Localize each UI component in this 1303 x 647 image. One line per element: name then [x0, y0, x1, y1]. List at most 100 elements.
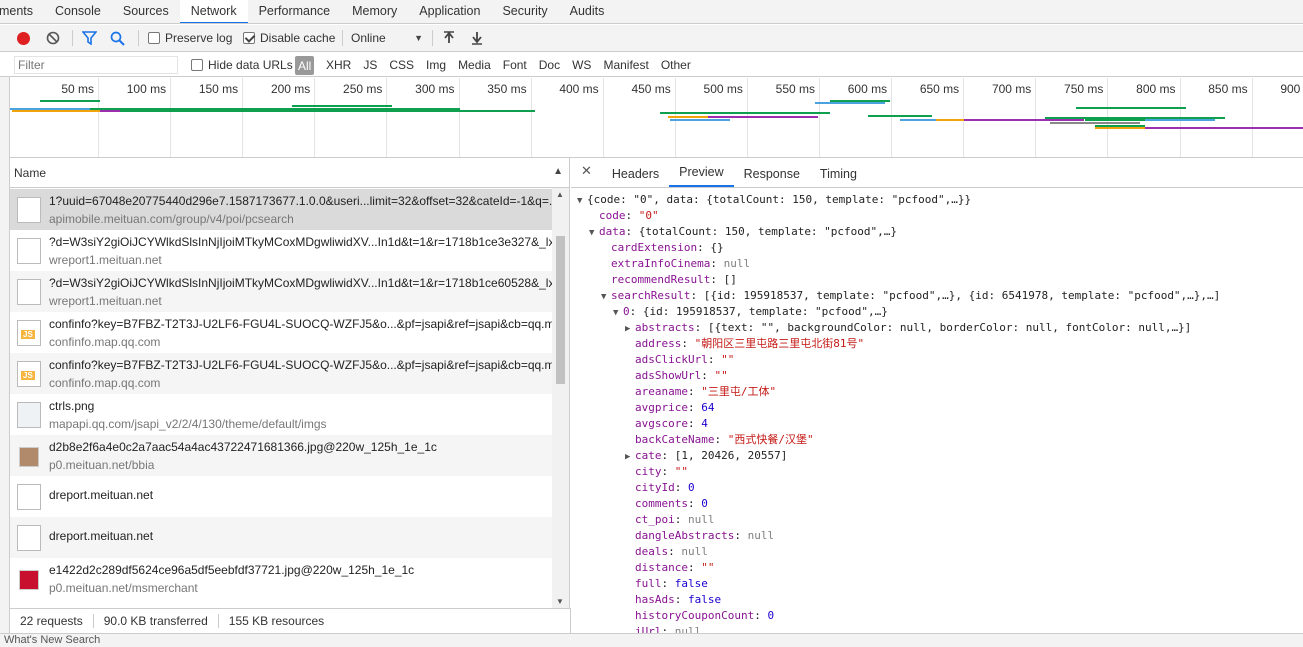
hide-data-urls-checkbox[interactable]: Hide data URLs — [191, 53, 293, 77]
json-key: recommendResult — [611, 273, 711, 286]
detail-tab-response[interactable]: Response — [734, 163, 810, 187]
tab-console[interactable]: Console — [44, 0, 112, 23]
request-name: ctrls.png — [49, 399, 95, 413]
request-name: ?d=W3siY2giOiJCYWlkdSlsInNjIjoiMTkyMCoxM… — [49, 235, 553, 249]
search-button[interactable] — [110, 25, 128, 51]
filter-button[interactable] — [82, 25, 100, 51]
checkbox-box[interactable] — [148, 32, 160, 44]
expanded-triangle-icon[interactable]: ▼ — [613, 305, 623, 321]
json-key: iUrl — [635, 625, 662, 633]
import-har-button[interactable] — [443, 25, 457, 51]
request-row[interactable]: dreport.meituan.net — [10, 517, 553, 558]
status-bar: 22 requests 90.0 KB transferred 155 KB r… — [10, 608, 571, 633]
json-node: full: false — [635, 577, 708, 590]
json-key: ct_poi — [635, 513, 675, 526]
export-har-button[interactable] — [471, 25, 485, 51]
json-value: 0 — [701, 497, 708, 510]
filter-type-doc[interactable]: Doc — [533, 53, 566, 77]
request-row[interactable]: e1422d2c289df5624ce96a5df5eebfdf37721.jp… — [10, 558, 553, 599]
detail-tab-preview[interactable]: Preview — [669, 163, 734, 187]
tab-ements[interactable]: ements — [0, 0, 44, 23]
request-row[interactable]: JS confinfo?key=B7FBZ-T2T3J-U2LF6-FGU4L-S… — [10, 312, 553, 353]
timeline-tick-label: 750 ms — [1064, 82, 1104, 96]
tab-application[interactable]: Application — [408, 0, 491, 23]
name-column-header[interactable]: Name — [14, 166, 46, 180]
expanded-triangle-icon[interactable]: ▼ — [589, 225, 599, 241]
request-row[interactable]: dreport.meituan.net — [10, 476, 553, 517]
json-key: full — [635, 577, 662, 590]
checkbox-box-checked[interactable] — [243, 32, 255, 44]
json-node[interactable]: ▶ abstracts: [{text: "", backgroundColor:… — [625, 320, 1191, 336]
scroll-up-icon[interactable]: ▲ — [556, 190, 564, 199]
timeline-gridline — [1035, 78, 1037, 157]
json-key: cityId — [635, 481, 675, 494]
close-icon[interactable]: ✕ — [571, 163, 602, 187]
filter-type-manifest[interactable]: Manifest — [597, 53, 654, 77]
request-row[interactable]: ?d=W3siY2giOiJCYWlkdSlsInNjIjoiMTkyMCoxM… — [10, 271, 553, 312]
tab-memory[interactable]: Memory — [341, 0, 408, 23]
tab-audits[interactable]: Audits — [559, 0, 616, 23]
import-icon — [444, 31, 454, 43]
filter-type-other[interactable]: Other — [655, 53, 697, 77]
timeline-gridline — [242, 78, 244, 157]
request-row[interactable]: ctrls.png mapapi.qq.com/jsapi_v2/2/4/130/… — [10, 394, 553, 435]
json-node: extraInfoCinema: null — [611, 257, 751, 270]
filter-type-all[interactable]: All — [295, 56, 315, 75]
tab-network[interactable]: Network — [179, 0, 248, 23]
expanded-triangle-icon[interactable]: ▼ — [577, 193, 587, 209]
drawer-tab-labels[interactable]: What's New Search — [4, 634, 100, 646]
json-node[interactable]: ▼ data: {totalCount: 150, template: "pcfo… — [589, 224, 897, 240]
filter-type-font[interactable]: Font — [497, 53, 533, 77]
request-list-header[interactable]: Name ▲ — [10, 158, 569, 188]
disable-cache-checkbox[interactable]: Disable cache — [243, 25, 335, 51]
filter-type-img[interactable]: Img — [420, 53, 452, 77]
timeline-bar — [900, 119, 936, 121]
request-name: ?d=W3siY2giOiJCYWlkdSlsInNjIjoiMTkyMCoxM… — [49, 276, 553, 290]
timeline-bar — [936, 119, 964, 121]
json-node[interactable]: ▼ {code: "0", data: {totalCount: 150, tem… — [577, 192, 971, 208]
detail-tab-headers[interactable]: Headers — [602, 163, 669, 187]
collapsed-triangle-icon[interactable]: ▶ — [625, 321, 635, 337]
json-node[interactable]: ▶ cate: [1, 20426, 20557] — [625, 448, 787, 464]
request-list-scrollbar[interactable]: ▲ ▼ — [552, 188, 569, 608]
clear-icon — [46, 31, 60, 45]
request-row[interactable]: d2b8e2f6a4e0c2a7aac54a4ac43722471681366.… — [10, 435, 553, 476]
json-value: 4 — [701, 417, 708, 430]
tab-performance[interactable]: Performance — [248, 0, 342, 23]
scroll-down-icon[interactable]: ▼ — [556, 597, 564, 606]
checkbox-box[interactable] — [191, 59, 203, 71]
drawer-tabs: What's New Search — [0, 633, 1303, 647]
throttle-select[interactable]: Online ▼ — [351, 25, 423, 51]
request-row[interactable]: 1?uuid=67048e20775440d296e7.1587173677.1… — [10, 189, 553, 230]
tab-sources[interactable]: Sources — [112, 0, 180, 23]
detail-tab-timing[interactable]: Timing — [810, 163, 867, 187]
collapsed-triangle-icon[interactable]: ▶ — [625, 449, 635, 465]
request-row[interactable]: JS confinfo?key=B7FBZ-T2T3J-U2LF6-FGU4L-S… — [10, 353, 553, 394]
json-node[interactable]: ▼ searchResult: [{id: 195918537, template… — [601, 288, 1220, 304]
filter-type-media[interactable]: Media — [452, 53, 497, 77]
filter-type-xhr[interactable]: XHR — [320, 53, 357, 77]
request-count: 22 requests — [10, 614, 94, 628]
json-node[interactable]: ▼ 0: {id: 195918537, template: "pcfood",…… — [613, 304, 888, 320]
timeline-bar — [1145, 119, 1215, 121]
expanded-triangle-icon[interactable]: ▼ — [601, 289, 611, 305]
timeline-overview[interactable]: 50 ms 100 ms 150 ms 200 ms 250 ms 300 ms 350 m… — [10, 78, 1303, 158]
json-value: "" — [714, 369, 728, 382]
timeline-bar — [292, 105, 392, 107]
timeline-gridline — [314, 78, 316, 157]
timeline-gridline — [746, 78, 748, 157]
filter-type-ws[interactable]: WS — [566, 53, 597, 77]
filter-type-css[interactable]: CSS — [383, 53, 420, 77]
request-row[interactable]: ?d=W3siY2giOiJCYWlkdSlsInNjIjoiMTkyMCoxM… — [10, 230, 553, 271]
record-icon — [17, 31, 30, 45]
filter-type-js[interactable]: JS — [357, 53, 383, 77]
json-value: "朝阳区三里屯路三里屯北街81号" — [694, 337, 865, 350]
filter-input[interactable] — [14, 56, 178, 74]
scrollbar-thumb[interactable] — [556, 236, 565, 384]
clear-button[interactable] — [46, 25, 64, 51]
record-button[interactable] — [17, 25, 35, 51]
tab-security[interactable]: Security — [491, 0, 558, 23]
network-toolbar: Preserve log Disable cache Online ▼ — [0, 25, 1303, 52]
preserve-log-checkbox[interactable]: Preserve log — [148, 25, 232, 51]
timeline-tick-label: 600 ms — [847, 82, 888, 96]
